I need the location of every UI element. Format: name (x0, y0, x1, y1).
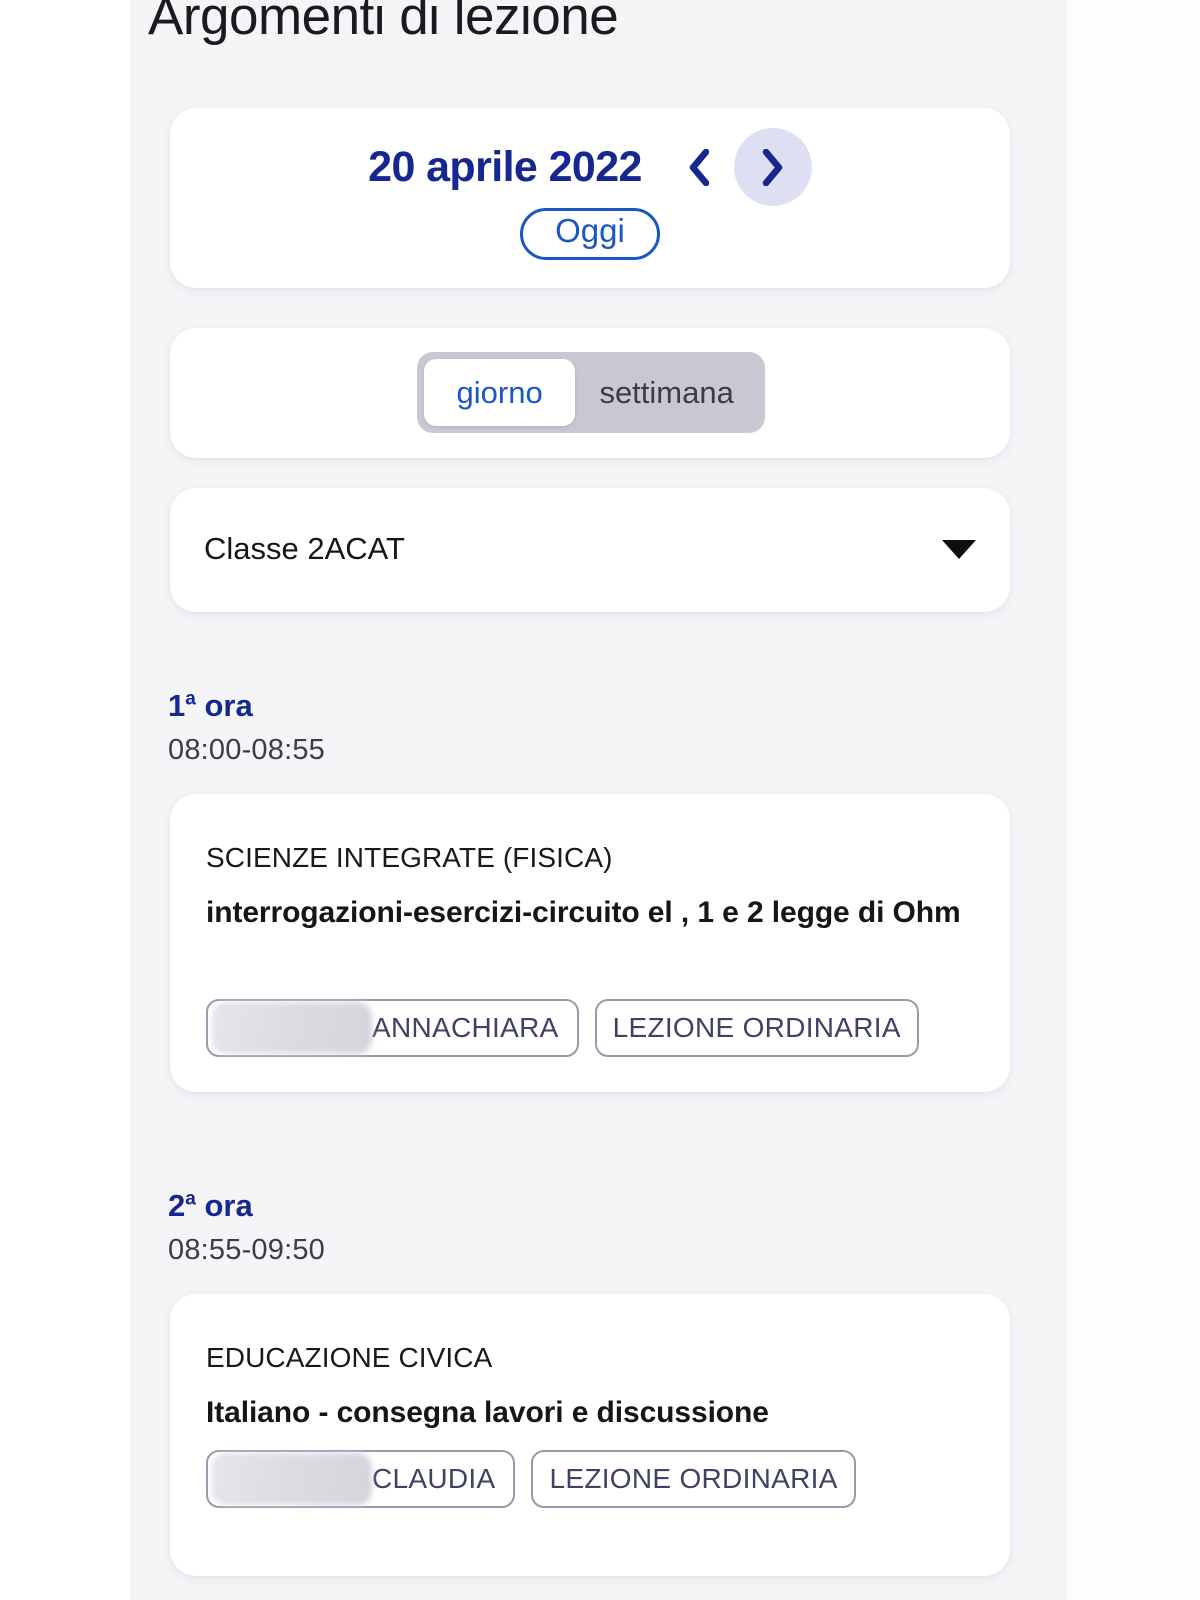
lesson-topic-2: Italiano - consegna lavori e discussione (206, 1396, 769, 1429)
app-viewport: Argomenti di lezione 20 aprile 2022 Oggi (0, 0, 1200, 1600)
slot-hour-number-2: 2 (168, 1188, 186, 1223)
lesson-subject-2: EDUCAZIONE CIVICA (206, 1342, 493, 1373)
redaction-block-1 (212, 1002, 372, 1054)
teacher-tag-2[interactable]: CLAUDIA (206, 1450, 516, 1508)
lesson-type-tag-2[interactable]: LEZIONE ORDINARIA (531, 1450, 856, 1508)
app-content-column: Argomenti di lezione 20 aprile 2022 Oggi (130, 0, 1067, 1600)
date-navigation-row: 20 aprile 2022 (170, 128, 1010, 206)
lesson-tags-2: CLAUDIA LEZIONE ORDINARIA (206, 1450, 856, 1508)
chevron-down-icon[interactable] (942, 540, 976, 559)
class-select-value: Classe 2ACAT (204, 531, 405, 566)
lesson-type-tag-label-2: LEZIONE ORDINARIA (549, 1463, 838, 1494)
previous-day-button[interactable] (668, 136, 730, 198)
today-button[interactable]: Oggi (520, 208, 660, 260)
lesson-topic-1: interrogazioni-esercizi-circuito el , 1 … (206, 896, 961, 929)
slot-hour-word-1: ora (204, 688, 253, 723)
toggle-option-settimana[interactable]: settimana (575, 359, 758, 426)
redaction-block-2 (212, 1453, 372, 1505)
lesson-subject-1: SCIENZE INTEGRATE (FISICA) (206, 842, 613, 873)
page-title: Argomenti di lezione (148, 0, 619, 46)
teacher-tag-label-1: ANNACHIARA (372, 1012, 559, 1043)
chevron-left-icon (690, 148, 710, 186)
lesson-tags-1: ANNACHIARA LEZIONE ORDINARIA (206, 999, 919, 1057)
class-select-card[interactable]: Classe 2ACAT (170, 488, 1010, 612)
view-segmented-control: giorno settimana (417, 352, 765, 433)
teacher-tag-1[interactable]: ANNACHIARA (206, 999, 579, 1057)
slot-time-range-1: 08:00-08:55 (168, 734, 325, 766)
today-button-row: Oggi (170, 208, 1010, 260)
slot-hour-label-1: 1a ora (168, 688, 253, 724)
teacher-tag-label-2: CLAUDIA (372, 1463, 496, 1494)
slot-hour-ordinal-1: a (185, 688, 196, 710)
lesson-type-tag-1[interactable]: LEZIONE ORDINARIA (594, 999, 919, 1057)
toggle-option-giorno[interactable]: giorno (424, 359, 576, 426)
next-day-button[interactable] (733, 128, 812, 206)
slot-hour-number-1: 1 (168, 688, 186, 723)
date-selector-card: 20 aprile 2022 Oggi (170, 108, 1010, 288)
current-date-label: 20 aprile 2022 (368, 142, 642, 191)
lesson-card-1[interactable]: SCIENZE INTEGRATE (FISICA) interrogazion… (170, 794, 1010, 1092)
chevron-right-icon (763, 148, 783, 186)
slot-hour-word-2: ora (204, 1188, 253, 1223)
lesson-card-2[interactable]: EDUCAZIONE CIVICA Italiano - consegna la… (170, 1294, 1010, 1576)
lesson-type-tag-label-1: LEZIONE ORDINARIA (612, 1012, 901, 1043)
right-gutter (1067, 0, 1200, 1600)
slot-time-range-2: 08:55-09:50 (168, 1234, 325, 1266)
view-toggle-card: giorno settimana (170, 328, 1010, 458)
slot-hour-ordinal-2: a (185, 1188, 196, 1210)
slot-hour-label-2: 2a ora (168, 1188, 253, 1224)
